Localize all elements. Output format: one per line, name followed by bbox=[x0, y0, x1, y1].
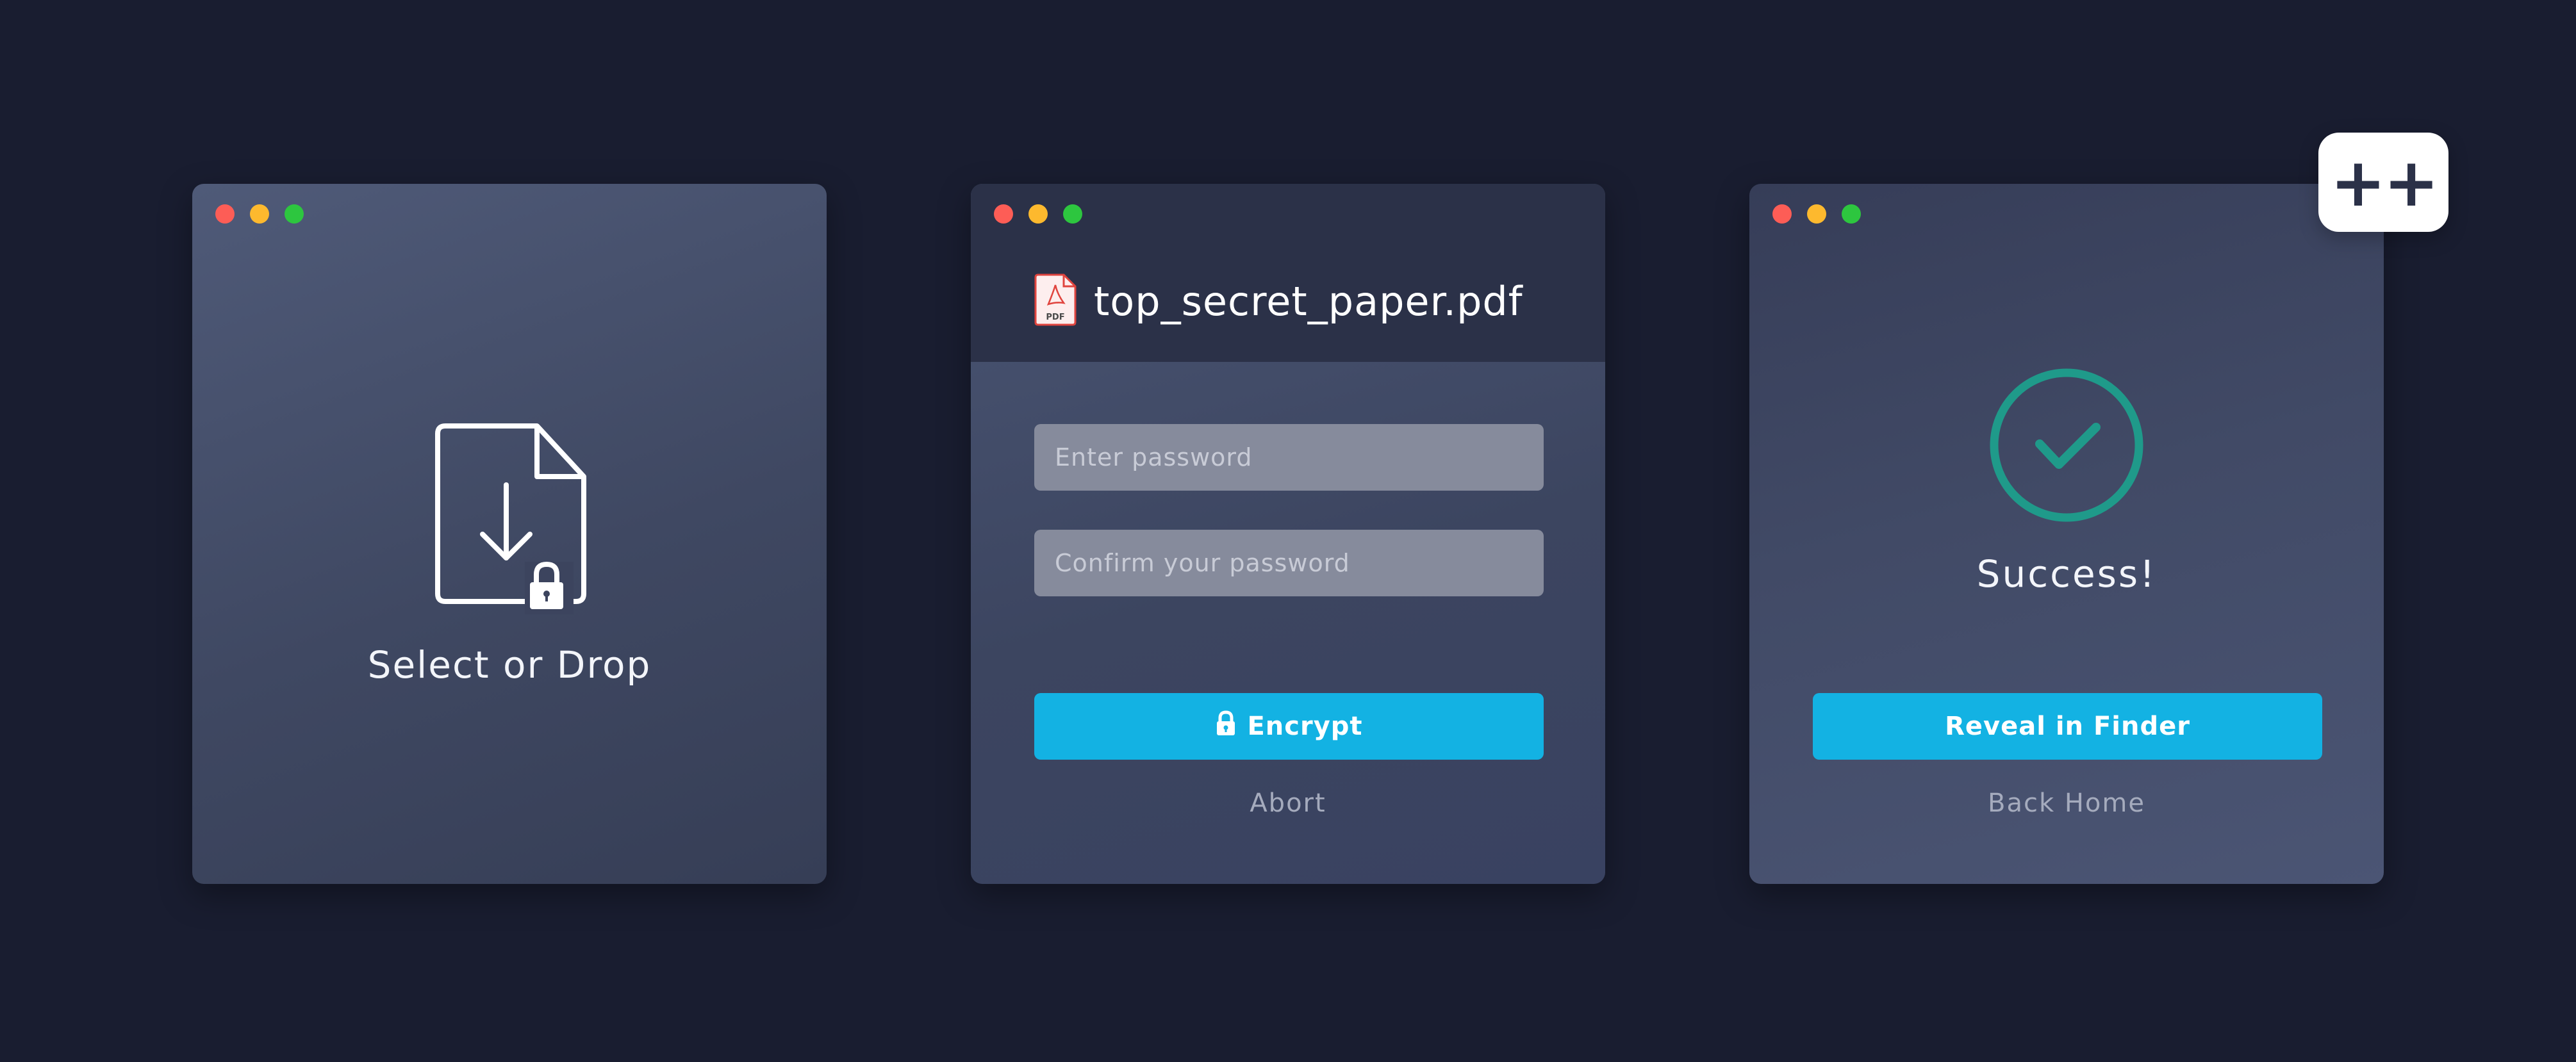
zoom-button[interactable] bbox=[1842, 204, 1861, 224]
zoom-button[interactable] bbox=[285, 204, 304, 224]
minimize-button[interactable] bbox=[1807, 204, 1826, 224]
abort-link[interactable]: Abort bbox=[971, 788, 1605, 818]
back-home-link[interactable]: Back Home bbox=[1749, 788, 2384, 818]
svg-text:PDF: PDF bbox=[1046, 313, 1064, 322]
confirm-password-input[interactable] bbox=[1034, 530, 1544, 596]
encrypt-window: PDF top_secret_paper.pdf Encrypt Abort bbox=[971, 184, 1605, 884]
encrypt-button[interactable]: Encrypt bbox=[1034, 693, 1544, 760]
lock-icon bbox=[1215, 710, 1237, 743]
drop-window: Select or Drop bbox=[192, 184, 827, 884]
success-window: Success! Reveal in Finder Back Home bbox=[1749, 184, 2384, 884]
reveal-label: Reveal in Finder bbox=[1945, 712, 2190, 741]
close-button[interactable] bbox=[994, 204, 1013, 224]
reveal-in-finder-button[interactable]: Reveal in Finder bbox=[1813, 693, 2322, 760]
zoom-button[interactable] bbox=[1063, 204, 1082, 224]
close-button[interactable] bbox=[215, 204, 235, 224]
close-button[interactable] bbox=[1772, 204, 1792, 224]
pdf-file-icon: PDF bbox=[1034, 274, 1077, 329]
minimize-button[interactable] bbox=[1028, 204, 1048, 224]
file-name: top_secret_paper.pdf bbox=[1094, 278, 1523, 325]
window-controls bbox=[215, 204, 304, 224]
encrypt-label: Encrypt bbox=[1247, 712, 1363, 741]
success-label: Success! bbox=[1976, 552, 2157, 596]
select-or-drop-label: Select or Drop bbox=[367, 643, 652, 687]
file-download-lock-icon[interactable] bbox=[433, 422, 586, 617]
plus-plus-badge: ++ bbox=[2318, 133, 2448, 232]
password-input[interactable] bbox=[1034, 424, 1544, 491]
checkmark-circle-icon bbox=[1990, 368, 2143, 525]
minimize-button[interactable] bbox=[250, 204, 269, 224]
window-controls bbox=[1772, 204, 1861, 224]
window-controls bbox=[994, 204, 1082, 224]
